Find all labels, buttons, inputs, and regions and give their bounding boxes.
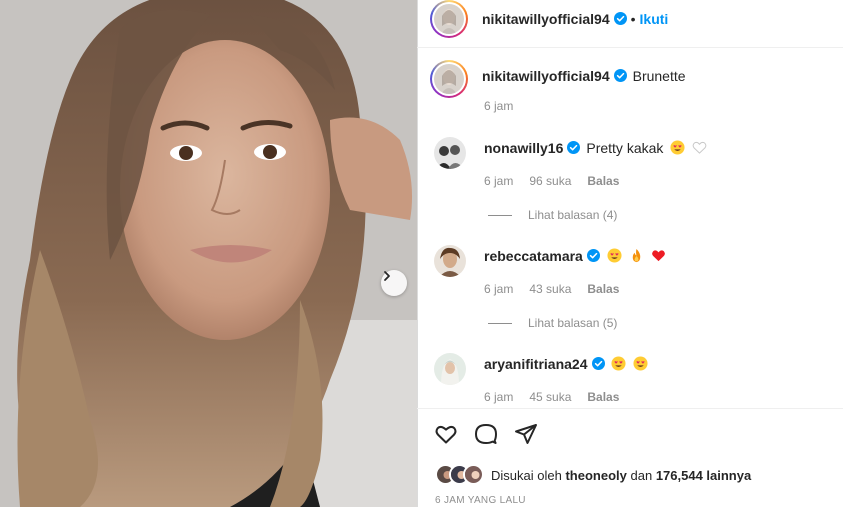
likes-middle: dan [630, 467, 653, 483]
verified-badge-icon [586, 249, 600, 262]
comment-likes[interactable]: 45 suka [529, 390, 571, 404]
heart-eyes-emoji-icon [670, 140, 685, 155]
caption-username[interactable]: nikitawillyofficial94 [482, 68, 610, 84]
heart-eyes-emoji-icon [633, 356, 648, 371]
comment-row: rebeccatamara [484, 248, 666, 264]
comment-text: Pretty kakak [586, 140, 664, 156]
author-username[interactable]: nikitawillyofficial94 [482, 11, 610, 27]
comment-avatar[interactable] [434, 137, 466, 169]
likes-prefix: Disukai oleh [491, 467, 562, 483]
follow-button[interactable]: Ikuti [640, 11, 669, 27]
post-detail-panel: nikitawillyofficial94 • Ikuti nikitawillyo… [417, 0, 843, 507]
view-replies-button[interactable]: Lihat balasan (4) [488, 208, 617, 222]
comment-meta: 6 jam 43 suka Balas [484, 282, 635, 296]
view-replies-label: Lihat balasan (5) [528, 316, 618, 330]
panel-divider [417, 0, 418, 507]
comment-meta: 6 jam 45 suka Balas [484, 390, 635, 404]
chevron-right-icon [384, 271, 390, 281]
share-icon[interactable] [514, 422, 538, 446]
white-heart-emoji-icon [692, 141, 707, 154]
caption-time: 6 jam [484, 99, 514, 113]
post-header: nikitawillyofficial94 • Ikuti [417, 0, 843, 48]
reply-button[interactable]: Balas [587, 390, 619, 404]
verified-badge-icon [613, 12, 627, 25]
replies-line [488, 322, 512, 324]
comment-avatar[interactable] [434, 245, 466, 277]
caption-avatar[interactable] [430, 60, 468, 98]
view-replies-button[interactable]: Lihat balasan (5) [488, 316, 617, 330]
comment-time: 6 jam [484, 282, 514, 296]
heart-eyes-emoji-icon [607, 248, 622, 263]
comment-icon[interactable] [474, 422, 498, 446]
caption-text: Brunette [632, 68, 686, 84]
comment-username[interactable]: aryanifitriana24 [484, 356, 588, 372]
comment-avatar[interactable] [434, 353, 466, 385]
post-timestamp: 6 JAM YANG LALU [435, 495, 526, 506]
actions-divider [417, 408, 843, 409]
comment-time: 6 jam [484, 390, 514, 404]
fire-emoji-icon [632, 248, 640, 263]
comment-username[interactable]: nonawilly16 [484, 140, 563, 156]
liker-avatar [463, 464, 484, 485]
comment-row: nonawilly16 Pretty kakak [484, 140, 707, 156]
comment-meta: 6 jam 96 suka Balas [484, 174, 635, 188]
caption-row: nikitawillyofficial94 Brunette [482, 68, 686, 84]
author-avatar[interactable] [430, 0, 468, 38]
heart-icon[interactable] [434, 422, 458, 446]
caption-meta: 6 jam [484, 99, 529, 113]
likes-summary: Disukai oleh theoneoly dan 176,544 lainn… [435, 464, 751, 486]
comment-likes[interactable]: 43 suka [529, 282, 571, 296]
reply-button[interactable]: Balas [587, 282, 619, 296]
view-replies-label: Lihat balasan (4) [528, 208, 618, 222]
reply-button[interactable]: Balas [587, 174, 619, 188]
likes-count[interactable]: 176,544 lainnya [656, 468, 751, 483]
next-photo-button[interactable] [381, 270, 407, 296]
verified-badge-icon [613, 69, 627, 82]
comment-row: aryanifitriana24 [484, 356, 648, 372]
post-photo [0, 0, 417, 507]
replies-line [488, 214, 512, 216]
likes-user[interactable]: theoneoly [565, 468, 626, 483]
liker-avatars[interactable] [435, 464, 491, 486]
comment-likes[interactable]: 96 suka [529, 174, 571, 188]
portrait-image [0, 0, 417, 507]
separator-dot: • [630, 11, 636, 27]
heart-eyes-emoji-icon [611, 356, 626, 371]
red-heart-emoji-icon [651, 250, 665, 262]
verified-badge-icon [591, 357, 605, 370]
comment-time: 6 jam [484, 174, 514, 188]
comment-username[interactable]: rebeccatamara [484, 248, 583, 264]
verified-badge-icon [567, 141, 581, 154]
